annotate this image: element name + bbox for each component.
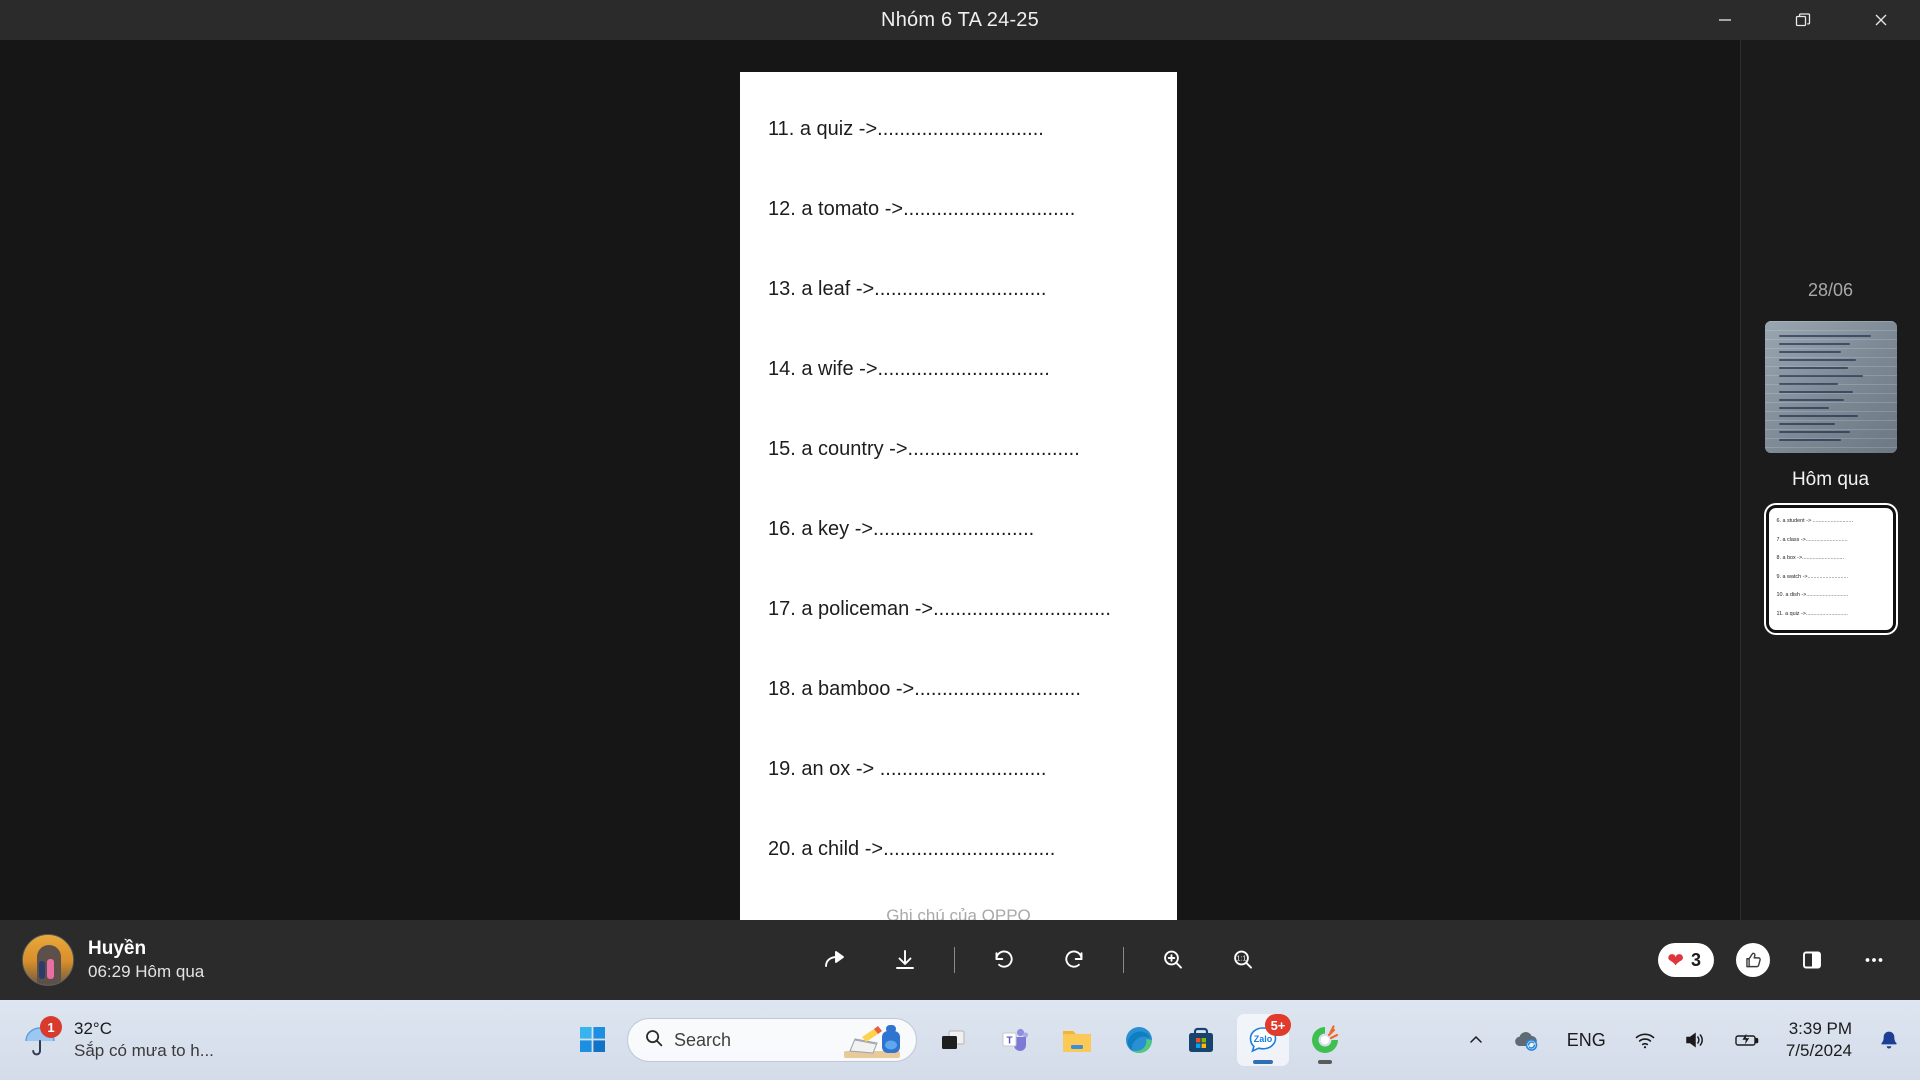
avatar-person-right [47,959,54,979]
document-line: 18. a bamboo ->.........................… [768,678,1081,700]
rail-date-label: 28/06 [1807,280,1854,300]
windows-taskbar: 1 32°C Sắp có mưa to h... Search T 5+ Za… [0,1000,1920,1080]
download-icon[interactable] [884,939,926,981]
battery-charging-icon[interactable] [1728,1026,1766,1054]
umbrella-icon: 1 [18,1016,62,1062]
author-timestamp: 06:29 Hôm qua [88,962,205,982]
taskbar-app-task-view-icon[interactable] [927,1014,979,1066]
chevron-up-icon[interactable] [1461,1027,1491,1053]
close-button[interactable] [1842,0,1920,40]
notification-bell-icon[interactable] [1872,1025,1906,1055]
wifi-icon[interactable] [1628,1026,1662,1054]
viewer-action-bar: Huyền 06:29 Hôm qua 1:1 ❤ 3 [0,920,1920,1000]
heart-reaction-button[interactable]: ❤ 3 [1658,943,1714,977]
thumbnail-line: 7. a class ->...........................… [1776,536,1848,543]
document-line: 14. a wife ->...........................… [768,358,1050,380]
avatar[interactable] [22,934,74,986]
thumbnail-line: 8. a box ->............................ [1776,555,1845,561]
restore-button[interactable] [1764,0,1842,40]
image-viewer-canvas[interactable]: 11. a quiz ->...........................… [0,40,1740,930]
thumbnail-rail: 28/06 Hôm qua 6. a student -> ..........… [1740,40,1920,920]
heart-icon: ❤ [1667,949,1684,972]
document-line: 13. a leaf ->...........................… [768,278,1047,300]
weather-badge: 1 [40,1016,62,1038]
avatar-person-left [39,961,45,979]
thumbnail-line: 9. a watch ->........................... [1776,573,1848,580]
document-line: 19. an ox -> ...........................… [768,758,1047,780]
side-panel-icon[interactable] [1792,940,1832,980]
document-line: 15. a country ->........................… [768,438,1080,460]
taskbar-app-microsoft-edge-icon[interactable] [1113,1014,1165,1066]
rotate-right-icon[interactable] [1053,939,1095,981]
thumbs-up-icon[interactable] [1736,943,1770,977]
document-line: 20. a child ->..........................… [768,838,1056,860]
taskbar-app-zalo-icon[interactable]: 5+ Zalo [1237,1014,1291,1066]
author-info: Huyền 06:29 Hôm qua [0,934,420,986]
document-line: 17. a policeman ->......................… [768,598,1111,620]
document-line: 12. a tomato ->.........................… [768,198,1076,220]
thumbnail-document-page[interactable]: 6. a student -> ........................… [1765,505,1896,633]
document-line: 16. a key ->............................… [768,518,1035,540]
author-name: Huyền [88,937,147,959]
weather-description: Sắp có mưa to h... [74,1041,214,1060]
volume-icon[interactable] [1678,1026,1712,1054]
running-indicator [1318,1060,1332,1064]
system-tray: ENG 3:39 PM 7/5/2024 [1461,1000,1920,1080]
zoom-in-icon[interactable] [1152,939,1194,981]
search-illustration [836,1021,908,1061]
thumbnail-handwritten-notebook-photo[interactable] [1764,321,1897,453]
clock-date: 7/5/2024 [1785,1041,1852,1060]
weather-temperature: 32°C [74,1018,112,1038]
weather-widget[interactable]: 1 32°C Sắp có mưa to h... [0,1016,300,1062]
taskbar-center-cluster: Search T 5+ Zalo [569,1014,1351,1066]
reaction-count: 3 [1690,949,1701,970]
windows-start-icon[interactable] [569,1016,617,1064]
thumbnail-line: 11. a quiz ->...........................… [1776,610,1848,617]
reaction-actions: ❤ 3 [1658,940,1920,980]
svg-text:1:1: 1:1 [1237,956,1247,963]
thumbnail-line: 6. a student -> ........................… [1776,518,1854,524]
clock-time: 3:39 PM [1788,1018,1852,1038]
window-title: Nhóm 6 TA 24-25 [881,8,1039,31]
svg-text:T: T [1006,1036,1012,1047]
zalo-badge: 5+ [1265,1014,1291,1036]
window-controls [1686,0,1920,40]
toolbar-divider [1123,947,1125,973]
share-forward-icon[interactable] [814,939,856,981]
viewer-toolbar: 1:1 [420,939,1658,981]
thumbnail-line: 10. a dish ->...........................… [1776,592,1849,598]
document-page[interactable]: 11. a quiz ->...........................… [740,72,1177,930]
more-options-icon[interactable] [1854,940,1894,980]
zoom-actual-size-icon[interactable]: 1:1 [1222,939,1264,981]
document-line: 11. a quiz ->...........................… [768,118,1044,140]
rotate-left-icon[interactable] [983,939,1025,981]
rail-group-label: Hôm qua [1791,469,1870,490]
taskbar-app-microsoft-store-icon[interactable] [1175,1014,1227,1066]
taskbar-app-file-explorer-icon[interactable] [1051,1014,1103,1066]
weather-text: 32°C Sắp có mưa to h... [74,1018,214,1062]
search-icon [644,1028,664,1053]
document-text-block: 11. a quiz ->...........................… [740,72,1177,861]
onedrive-sync-icon[interactable] [1507,1025,1545,1055]
app-root: Nhóm 6 TA 24-25 11. a quiz ->...........… [0,0,1920,1080]
taskbar-app-microsoft-teams-icon[interactable]: T [989,1014,1041,1066]
svg-text:Zalo: Zalo [1254,1034,1273,1044]
toolbar-divider [954,947,956,973]
running-indicator [1253,1060,1273,1064]
taskbar-app-green-app-icon[interactable] [1299,1014,1351,1066]
taskbar-clock[interactable]: 3:39 PM 7/5/2024 [1782,1018,1856,1062]
window-title-bar: Nhóm 6 TA 24-25 [0,0,1920,40]
handwriting-marks [1778,335,1887,447]
minimize-button[interactable] [1686,0,1764,40]
language-indicator[interactable]: ENG [1561,1026,1612,1055]
search-input[interactable]: Search [627,1018,917,1062]
